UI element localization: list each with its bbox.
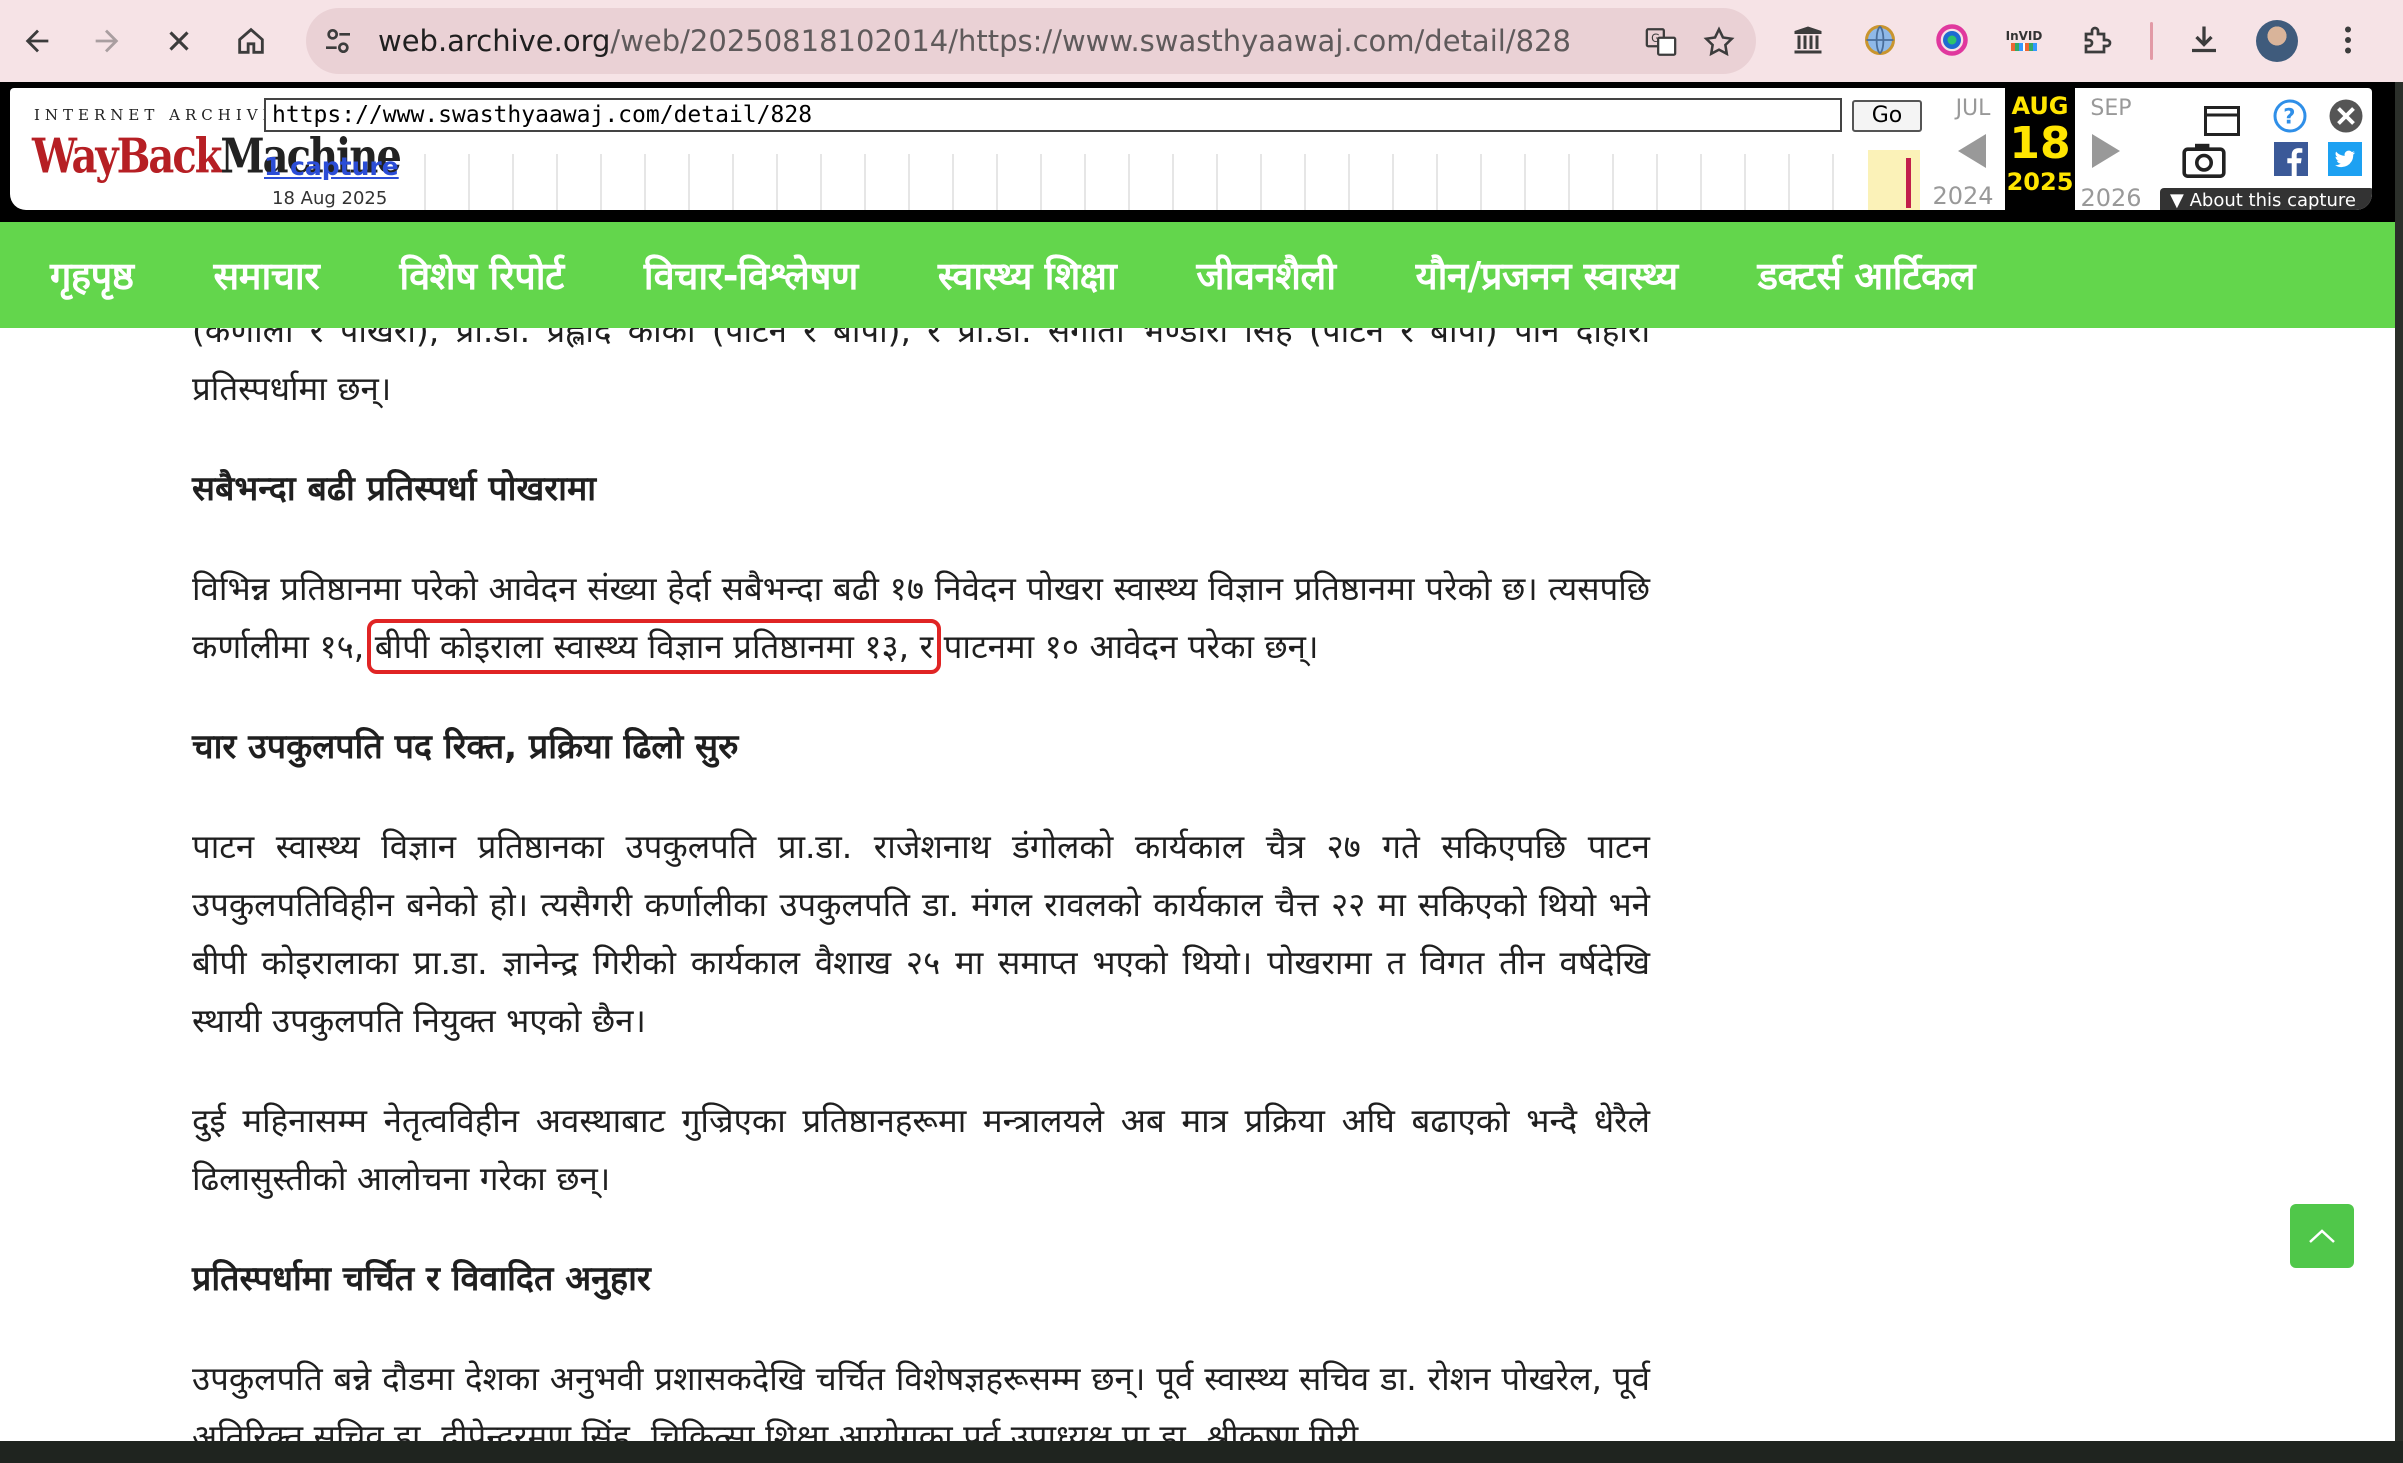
invid-extension-button[interactable]: InVID xyxy=(2002,18,2046,62)
sparkline-capture-mark[interactable] xyxy=(1906,158,1911,208)
url-path: /web/20250818102014/https://www.swasthya… xyxy=(610,24,1571,58)
wayback-panel: INTERNET ARCHIVE WayBackMachine https://… xyxy=(10,88,2372,210)
extensions-puzzle-icon xyxy=(2084,26,2112,54)
archive-extension-icon xyxy=(1794,26,1822,54)
captures-date: 18 Aug 2025 xyxy=(272,188,388,209)
desktop-background-strip xyxy=(0,1441,2403,1463)
site-main-nav: गृहपृष्ठ समाचार विशेष रिपोर्ट विचार-विश्… xyxy=(0,222,2395,328)
article-paragraph: पाटन स्वास्थ्य विज्ञान प्रतिष्ठानका उपकु… xyxy=(192,827,1650,1040)
invid-dots xyxy=(2011,43,2037,51)
address-url[interactable]: web.archive.org/web/20250818102014/https… xyxy=(378,8,1571,74)
article-paragraph: उपकुलपति बन्ने दौडमा देशका अनुभवी प्रशास… xyxy=(192,1359,1650,1441)
browser-menu-button[interactable] xyxy=(2326,18,2370,62)
back-icon xyxy=(25,29,49,53)
prev-year-label[interactable]: 2024 xyxy=(1928,182,1998,210)
highlighted-text: बीपी कोइराला स्वास्थ्य विज्ञान प्रतिष्ठा… xyxy=(366,619,942,674)
wayback-logo-word: WayBack xyxy=(32,128,222,185)
menu-kebab-icon xyxy=(2345,26,2351,54)
invid-extension-icon: InVID xyxy=(2005,29,2043,43)
next-month-label[interactable]: SEP xyxy=(2080,96,2142,121)
bookmark-star-icon[interactable] xyxy=(1702,25,1736,59)
about-capture-button[interactable]: ▼ About this capture xyxy=(2160,188,2372,210)
svg-text:G: G xyxy=(1651,31,1660,45)
sparkline-current-year xyxy=(1868,150,1920,210)
forward-icon xyxy=(95,29,119,53)
address-bar[interactable]: web.archive.org/web/20250818102014/https… xyxy=(306,8,1756,74)
help-icon[interactable]: ? xyxy=(2272,98,2308,134)
nav-opinion-analysis[interactable]: विचार-विश्लेषण xyxy=(644,249,859,301)
translate-icon[interactable]: G xyxy=(1644,25,1678,59)
window-edge xyxy=(2395,82,2403,1463)
nav-sexual-reproductive-health[interactable]: यौन/प्रजनन स्वास्थ्य xyxy=(1416,249,1679,301)
next-year-label[interactable]: 2026 xyxy=(2076,184,2146,210)
stop-icon xyxy=(169,31,189,51)
current-month: AUG xyxy=(2011,92,2069,120)
current-day: 18 xyxy=(2009,118,2071,169)
captures-link[interactable]: 1 capture xyxy=(264,152,399,181)
nav-doctors-article[interactable]: डक्टर्स आर्टिकल xyxy=(1758,249,1976,301)
current-capture-date: AUG 18 2025 xyxy=(2005,88,2075,210)
url-host: web.archive.org xyxy=(378,24,611,58)
extensions-button[interactable] xyxy=(2076,18,2120,62)
nav-special-report[interactable]: विशेष रिपोर्ट xyxy=(399,249,564,301)
wayback-logo-caption: INTERNET ARCHIVE xyxy=(34,106,279,124)
article-page: (कर्णाली र पोखरा), प्रा.डा. प्रह्लाद कार… xyxy=(0,328,2395,1441)
facebook-share-icon[interactable] xyxy=(2274,142,2308,176)
caret-down-icon: ▼ xyxy=(2170,190,2190,210)
screenshot-camera-icon[interactable] xyxy=(2182,142,2226,178)
nav-health-education[interactable]: स्वास्थ्य शिक्षा xyxy=(938,249,1117,301)
color-extension-button[interactable] xyxy=(1930,18,1974,62)
globe-extension-icon xyxy=(1865,25,1895,55)
color-extension-icon xyxy=(1936,24,1968,56)
nav-home[interactable]: गृहपृष्ठ xyxy=(50,249,134,301)
nav-lifestyle[interactable]: जीवनशैली xyxy=(1196,249,1336,301)
wayback-go-button[interactable]: Go xyxy=(1852,100,1922,132)
home-icon xyxy=(238,27,264,54)
article-paragraph: दुई महिनासम्म नेतृत्वविहीन अवस्थाबाट गुज… xyxy=(192,1101,1650,1198)
web-capture-icon[interactable] xyxy=(2204,106,2240,136)
close-toolbar-icon[interactable] xyxy=(2328,98,2364,134)
wayback-toolbar: INTERNET ARCHIVE WayBackMachine https://… xyxy=(0,82,2395,222)
forward-button[interactable] xyxy=(80,14,134,68)
home-button[interactable] xyxy=(224,14,278,68)
next-capture-arrow-icon[interactable] xyxy=(2092,134,2120,168)
profile-avatar[interactable] xyxy=(2256,20,2298,62)
article-paragraph: विभिन्न प्रतिष्ठानमा परेको आवेदन संख्या … xyxy=(192,560,1650,676)
prev-month-label[interactable]: JUL xyxy=(1942,96,2004,121)
archive-extension-button[interactable] xyxy=(1786,18,1830,62)
chevron-up-icon xyxy=(2309,1229,2335,1243)
svg-text:?: ? xyxy=(2283,105,2295,129)
browser-toolbar: web.archive.org/web/20250818102014/https… xyxy=(0,0,2403,82)
prev-capture-arrow-icon[interactable] xyxy=(1958,134,1986,168)
article-subheading: चार उपकुलपति पद रिक्त, प्रक्रिया ढिलो सु… xyxy=(192,727,739,767)
twitter-share-icon[interactable] xyxy=(2328,142,2362,176)
capture-timeline[interactable] xyxy=(424,154,1878,210)
stop-button[interactable] xyxy=(152,14,206,68)
download-icon xyxy=(2192,26,2216,53)
download-button[interactable] xyxy=(2182,18,2226,62)
site-settings-icon[interactable] xyxy=(322,25,354,57)
current-year: 2025 xyxy=(2006,168,2074,196)
nav-news[interactable]: समाचार xyxy=(214,249,320,301)
article-body: (कर्णाली र पोखरा), प्रा.डा. प्रह्लाद कार… xyxy=(192,328,1650,1441)
article-subheading: सबैभन्दा बढी प्रतिस्पर्धा पोखरामा xyxy=(192,469,597,509)
toolbar-separator xyxy=(2150,22,2153,60)
paragraph-text: पाटनमा १० आवेदन परेका छन्। xyxy=(933,627,1319,666)
globe-extension-button[interactable] xyxy=(1858,18,1902,62)
back-button[interactable] xyxy=(10,14,64,68)
scroll-to-top-button[interactable] xyxy=(2290,1204,2354,1268)
article-paragraph: (कर्णाली र पोखरा), प्रा.डा. प्रह्लाद कार… xyxy=(192,328,1650,408)
article-subheading: प्रतिस्पर्धामा चर्चित र विवादित अनुहार xyxy=(192,1259,651,1299)
wayback-url-input[interactable]: https://www.swasthyaawaj.com/detail/828 xyxy=(264,98,1842,132)
about-capture-label: About this capture xyxy=(2189,190,2356,210)
